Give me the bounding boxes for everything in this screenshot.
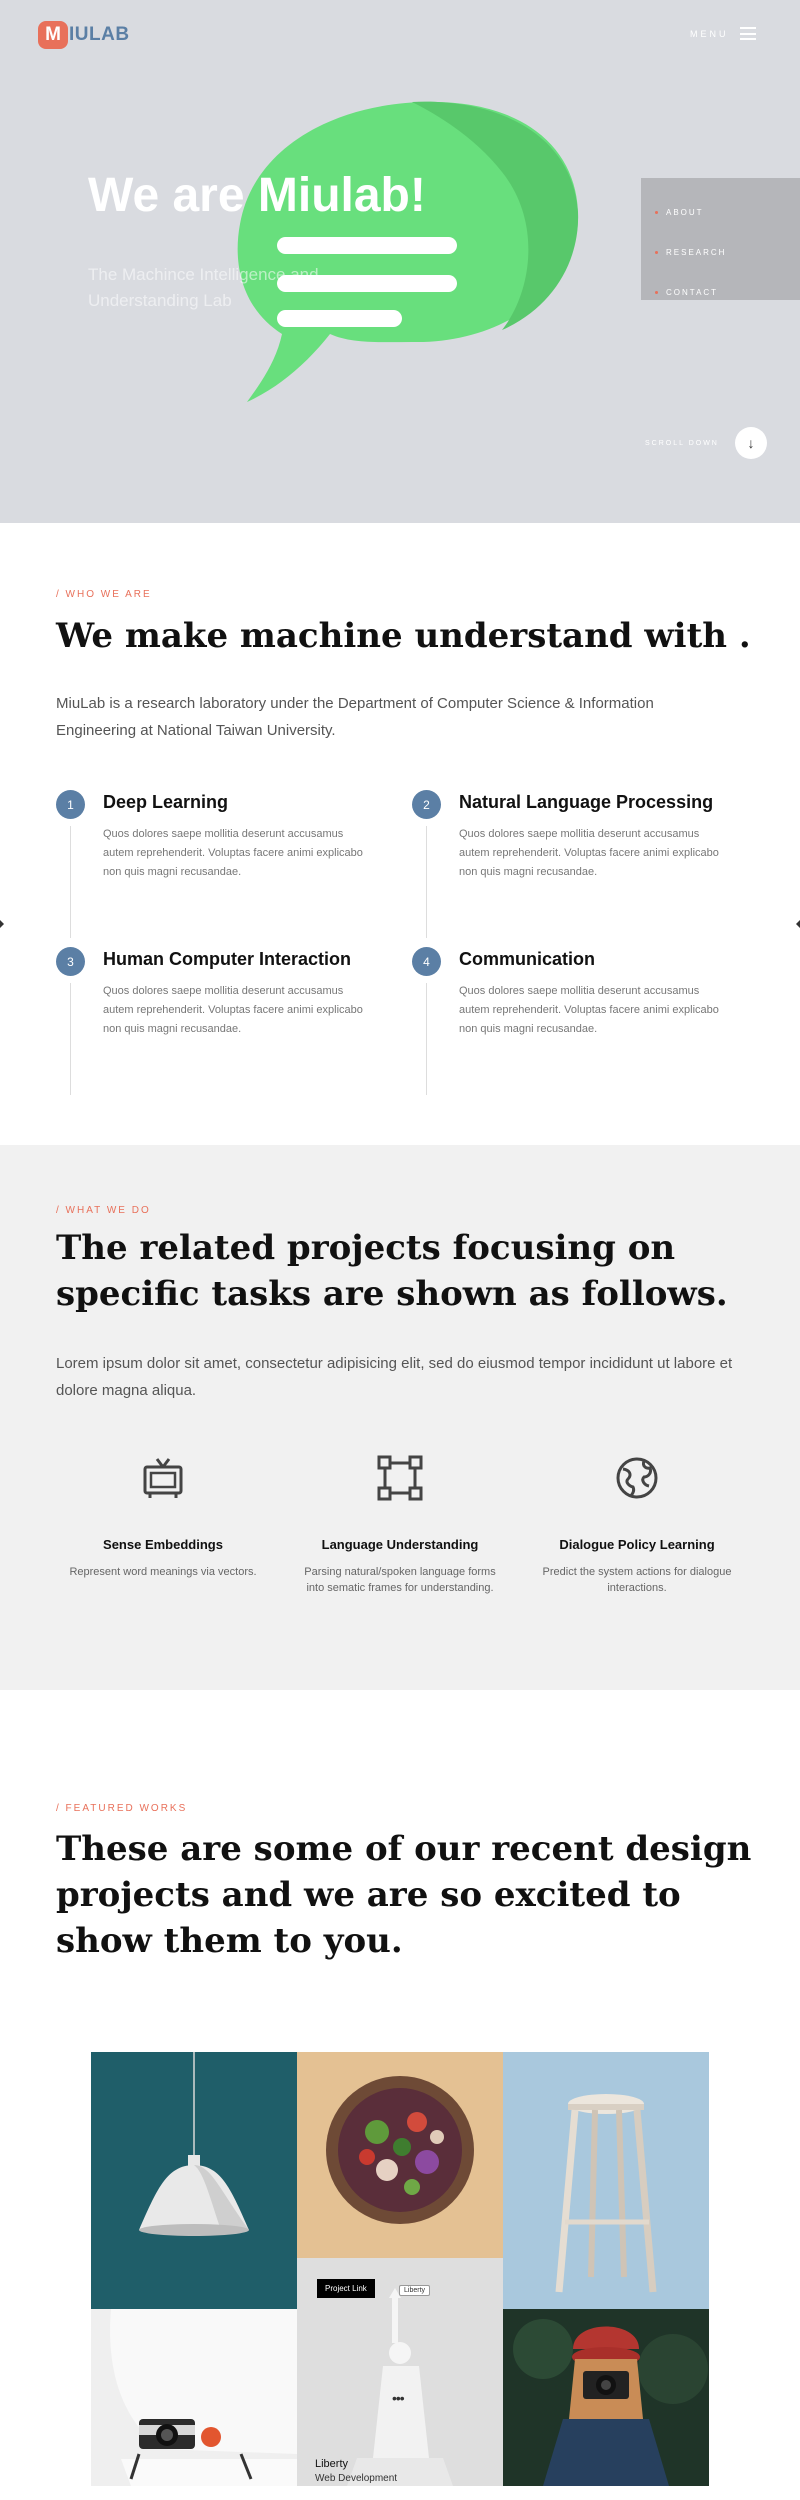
scroll-down-label: SCROLL DOWN [645, 440, 719, 447]
hero-subtitle: The Machince Intelligence and Understand… [88, 265, 319, 310]
logo-badge: M [38, 21, 68, 49]
divider [426, 983, 427, 1095]
frame-icon [377, 1455, 423, 1501]
service-desc: Parsing natural/spoken language forms in… [304, 1566, 496, 1594]
featured-title: These are some of our recent design proj… [56, 1829, 752, 1961]
menu-label[interactable]: MENU [690, 29, 729, 39]
side-nav-about[interactable]: ABOUT [641, 192, 800, 232]
lamp-image [139, 2052, 249, 2236]
featured-eyebrow: / FEATURED WORKS [56, 1803, 188, 1814]
portfolio-tile-liberty[interactable]: Project Link Liberty ••• Liberty Web Dev… [297, 2258, 503, 2486]
logo-text: IULAB [69, 24, 130, 45]
service-item: Sense Embeddings Represent word meanings… [58, 1455, 268, 1580]
more-icon[interactable]: ••• [392, 2390, 405, 2406]
side-nav-label: RESEARCH [666, 247, 727, 257]
portfolio-tile-camera-chair[interactable] [91, 2309, 297, 2486]
feature-desc: Quos dolores saepe mollitia deserunt acc… [459, 828, 719, 878]
divider [70, 983, 71, 1095]
who-eyebrow: / WHO WE ARE [56, 589, 152, 600]
service-title: Language Understanding [321, 1537, 479, 1552]
divider [70, 826, 71, 938]
edge-marker [0, 920, 4, 928]
side-nav-label: ABOUT [666, 207, 704, 217]
hero-title: We are Miulab! [88, 169, 426, 222]
divider [426, 826, 427, 938]
bullet-icon [655, 290, 658, 294]
chat-bubble-illustration [237, 101, 579, 402]
portfolio-tile-salad[interactable] [297, 2052, 503, 2258]
portfolio-tile-photographer[interactable] [503, 2309, 709, 2486]
feature-item: 4 Communication Quos dolores saepe molli… [412, 947, 742, 1107]
globe-icon [616, 1457, 658, 1499]
side-nav-contact[interactable]: CONTACT [641, 272, 800, 312]
feature-number: 1 [56, 790, 85, 819]
feature-item: 1 Deep Learning Quos dolores saepe molli… [56, 790, 386, 950]
who-lead: MiuLab is a research laboratory under th… [56, 695, 654, 739]
tv-icon [143, 1458, 183, 1498]
feature-number: 2 [412, 790, 441, 819]
scroll-down-button[interactable]: ↓ [735, 427, 767, 459]
project-tag: Liberty [399, 2285, 431, 2296]
stool-image [555, 2094, 657, 2293]
feature-item: 2 Natural Language Processing Quos dolor… [412, 790, 742, 950]
side-nav-label: CONTACT [666, 287, 719, 297]
feature-number: 3 [56, 947, 85, 976]
portfolio-tile-stool[interactable] [503, 2052, 709, 2309]
logo[interactable]: M IULAB [38, 21, 130, 49]
feature-title: Deep Learning [103, 792, 229, 812]
hero-section: M IULAB MENU We are Miulab! The Machince… [0, 0, 800, 523]
feature-desc: Quos dolores saepe mollitia deserunt acc… [459, 985, 719, 1035]
project-link-button[interactable]: Project Link [317, 2279, 375, 2298]
what-lead: Lorem ipsum dolor sit amet, consectetur … [56, 1355, 733, 1399]
what-eyebrow: / WHAT WE DO [56, 1205, 151, 1216]
portfolio-gallery: Project Link Liberty ••• Liberty Web Dev… [91, 2052, 709, 2486]
photographer-image [503, 2309, 709, 2486]
feature-desc: Quos dolores saepe mollitia deserunt acc… [103, 985, 363, 1035]
side-nav-research[interactable]: RESEARCH [641, 232, 800, 272]
salad-bowl-image [297, 2052, 503, 2258]
portfolio-tile-lamp[interactable] [91, 2052, 297, 2309]
service-title: Sense Embeddings [103, 1537, 223, 1552]
feature-title: Human Computer Interaction [103, 949, 352, 969]
feature-item: 3 Human Computer Interaction Quos dolore… [56, 947, 386, 1107]
service-title: Dialogue Policy Learning [559, 1537, 715, 1552]
feature-title: Communication [459, 949, 596, 969]
feature-title: Natural Language Processing [459, 792, 714, 812]
feature-desc: Quos dolores saepe mollitia deserunt acc… [103, 828, 363, 878]
chair-camera-image [91, 2309, 297, 2486]
service-item: Language Understanding Parsing natural/s… [295, 1455, 505, 1596]
what-title: The related projects focusing on specifi… [56, 1228, 728, 1314]
what-section: / WHAT WE DO The related projects focusi… [0, 1145, 800, 1690]
bullet-icon [655, 210, 658, 214]
service-item: Dialogue Policy Learning Predict the sys… [532, 1455, 742, 1596]
hamburger-menu-icon[interactable] [740, 27, 756, 40]
project-category: Web Development [315, 2473, 398, 2484]
service-desc: Represent word meanings via vectors. [69, 1566, 257, 1578]
project-name: Liberty [315, 2458, 349, 2470]
feature-number: 4 [412, 947, 441, 976]
edge-marker [796, 920, 800, 928]
bullet-icon [655, 250, 658, 254]
who-title: We make machine understand with . [56, 616, 751, 656]
service-desc: Predict the system actions for dialogue … [542, 1566, 732, 1594]
side-nav: ABOUT RESEARCH CONTACT [641, 178, 800, 300]
